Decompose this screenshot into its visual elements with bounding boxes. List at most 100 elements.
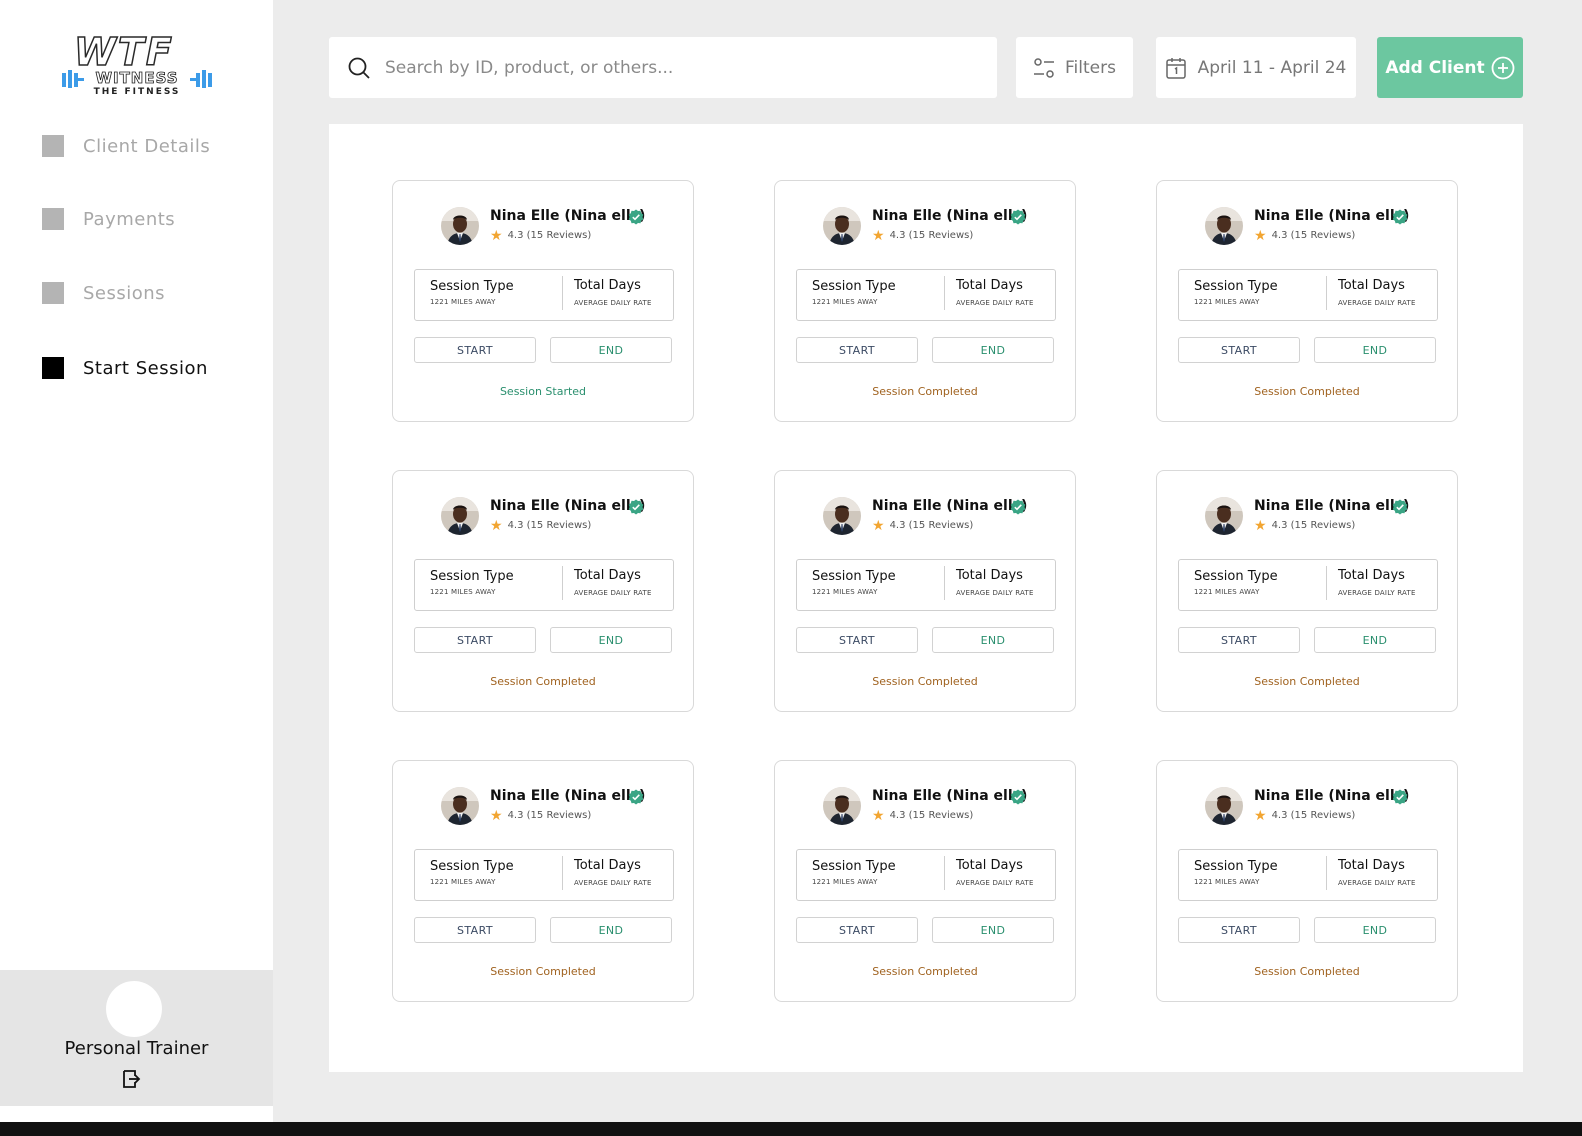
add-client-button[interactable]: Add Client	[1377, 37, 1523, 98]
client-avatar[interactable]	[1205, 207, 1243, 245]
client-avatar[interactable]	[823, 497, 861, 535]
end-button[interactable]: END	[550, 917, 672, 943]
start-button[interactable]: START	[1178, 627, 1300, 653]
client-name: Nina Elle (Nina ells)	[872, 498, 1028, 514]
user-profile: Personal Trainer	[0, 970, 273, 1106]
client-avatar[interactable]	[1205, 497, 1243, 535]
verified-badge-icon	[628, 499, 644, 515]
star-icon: ★	[1254, 807, 1267, 824]
calendar-icon	[1165, 57, 1186, 79]
avatar[interactable]	[106, 981, 162, 1037]
bottom-border	[0, 1122, 1582, 1136]
end-button[interactable]: END	[932, 627, 1054, 653]
start-button[interactable]: START	[796, 337, 918, 363]
client-avatar[interactable]	[823, 787, 861, 825]
end-button[interactable]: END	[932, 337, 1054, 363]
client-name: Nina Elle (Nina ells)	[1254, 498, 1410, 514]
nav-square-icon	[42, 357, 64, 379]
client-rating: ★ 4.3 (15 Reviews)	[1254, 807, 1355, 824]
star-icon: ★	[1254, 517, 1267, 534]
sidebar-item-label: Sessions	[83, 282, 166, 304]
client-session-card: Nina Elle (Nina ells) ★ 4.3 (15 Reviews)…	[774, 180, 1076, 422]
start-button[interactable]: START	[414, 917, 536, 943]
verified-badge-icon	[1392, 499, 1408, 515]
client-avatar[interactable]	[441, 787, 479, 825]
total-days-label: Total Days	[956, 568, 1023, 583]
end-button[interactable]: END	[1314, 917, 1436, 943]
daily-rate-label: AVERAGE DAILY RATE	[1338, 589, 1416, 597]
logout-icon[interactable]	[122, 1068, 144, 1090]
session-type-label: Session Type	[430, 569, 514, 584]
total-days-label: Total Days	[956, 858, 1023, 873]
start-button[interactable]: START	[1178, 917, 1300, 943]
sidebar-item-sessions[interactable]: Sessions	[42, 281, 165, 305]
client-avatar[interactable]	[823, 207, 861, 245]
session-info-box: Session Type 1221 MILES AWAY Total Days …	[414, 269, 674, 321]
start-button[interactable]: START	[796, 627, 918, 653]
session-status: Session Completed	[1254, 385, 1360, 398]
distance-label: 1221 MILES AWAY	[1194, 878, 1260, 886]
search-bar[interactable]	[329, 37, 997, 98]
client-session-card: Nina Elle (Nina ells) ★ 4.3 (15 Reviews)…	[1156, 180, 1458, 422]
client-avatar[interactable]	[441, 207, 479, 245]
filter-sliders-icon	[1034, 57, 1055, 78]
card-header: Nina Elle (Nina ells) ★ 4.3 (15 Reviews)	[823, 207, 1063, 247]
card-header: Nina Elle (Nina ells) ★ 4.3 (15 Reviews)	[441, 497, 681, 537]
rating-text: 4.3 (15 Reviews)	[1271, 520, 1356, 531]
sidebar: WTF WITNESS THE FITNESS Client Details P…	[0, 0, 273, 1122]
session-status: Session Started	[499, 385, 587, 398]
client-session-card: Nina Elle (Nina ells) ★ 4.3 (15 Reviews)…	[774, 760, 1076, 1002]
client-name: Nina Elle (Nina ells)	[1254, 788, 1410, 804]
session-type-label: Session Type	[812, 569, 896, 584]
rating-text: 4.3 (15 Reviews)	[889, 520, 974, 531]
distance-label: 1221 MILES AWAY	[1194, 298, 1260, 306]
divider	[562, 276, 563, 310]
divider	[944, 566, 945, 600]
end-button[interactable]: END	[1314, 627, 1436, 653]
filters-button[interactable]: Filters	[1016, 37, 1133, 98]
start-button[interactable]: START	[414, 337, 536, 363]
card-header: Nina Elle (Nina ells) ★ 4.3 (15 Reviews)	[441, 207, 681, 247]
search-input[interactable]	[383, 56, 947, 79]
end-button[interactable]: END	[1314, 337, 1436, 363]
star-icon: ★	[872, 807, 885, 824]
user-role: Personal Trainer	[64, 1038, 209, 1059]
start-button[interactable]: START	[796, 917, 918, 943]
session-status: Session Completed	[490, 965, 596, 978]
client-name: Nina Elle (Nina ells)	[872, 788, 1028, 804]
distance-label: 1221 MILES AWAY	[812, 298, 878, 306]
star-icon: ★	[872, 227, 885, 244]
verified-badge-icon	[1010, 789, 1026, 805]
plus-circle-icon	[1491, 56, 1515, 79]
session-type-label: Session Type	[1194, 279, 1278, 294]
client-rating: ★ 4.3 (15 Reviews)	[872, 519, 974, 533]
client-avatar[interactable]	[441, 497, 479, 535]
verified-badge-icon	[1392, 209, 1408, 225]
card-header: Nina Elle (Nina ells) ★ 4.3 (15 Reviews)	[1205, 787, 1445, 827]
client-name: Nina Elle (Nina ells)	[490, 208, 646, 224]
end-button[interactable]: END	[550, 627, 672, 653]
logo-tagline: THE FITNESS	[93, 87, 181, 97]
start-button[interactable]: START	[1178, 337, 1300, 363]
session-info-box: Session Type 1221 MILES AWAY Total Days …	[796, 269, 1056, 321]
total-days-label: Total Days	[1338, 568, 1405, 583]
client-name: Nina Elle (Nina ells)	[1254, 208, 1410, 224]
card-header: Nina Elle (Nina ells) ★ 4.3 (15 Reviews)	[441, 787, 681, 827]
end-button[interactable]: END	[550, 337, 672, 363]
divider	[562, 566, 563, 600]
brand-logo[interactable]: WTF WITNESS THE FITNESS	[56, 31, 218, 98]
sidebar-item-client-details[interactable]: Client Details	[42, 134, 210, 158]
end-button[interactable]: END	[932, 917, 1054, 943]
client-rating: ★ 4.3 (15 Reviews)	[872, 807, 973, 824]
total-days-label: Total Days	[1338, 858, 1405, 873]
sidebar-item-payments[interactable]: Payments	[42, 207, 175, 231]
client-photo-icon	[441, 787, 479, 825]
client-session-card: Nina Elle (Nina ells) ★ 4.3 (15 Reviews)…	[392, 760, 694, 1002]
date-range-picker[interactable]: April 11 - April 24	[1156, 37, 1356, 98]
start-button[interactable]: START	[414, 627, 536, 653]
client-avatar[interactable]	[1205, 787, 1243, 825]
sidebar-item-start-session[interactable]: Start Session	[42, 356, 208, 380]
client-name: Nina Elle (Nina ells)	[872, 208, 1028, 224]
session-info-box: Session Type 1221 MILES AWAY Total Days …	[796, 559, 1056, 611]
card-header: Nina Elle (Nina ells) ★ 4.3 (15 Reviews)	[1205, 207, 1445, 247]
